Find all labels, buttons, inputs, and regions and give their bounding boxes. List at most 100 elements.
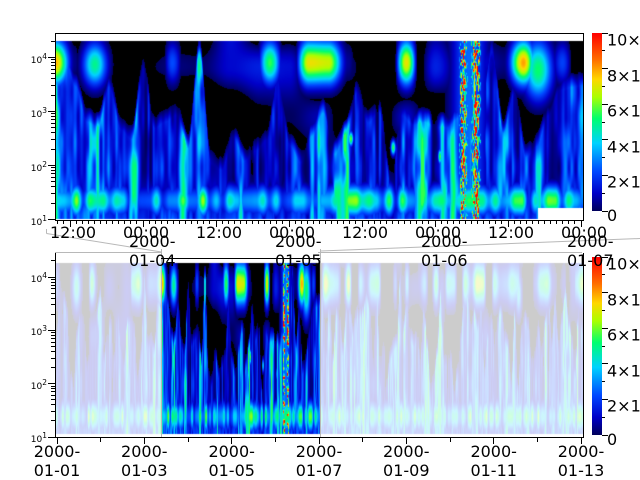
y-major-tick bbox=[48, 219, 55, 220]
colorbar-minor-tick bbox=[602, 50, 605, 51]
x-minor-tick bbox=[222, 221, 223, 224]
colorbar-minor-tick bbox=[602, 346, 605, 347]
x-minor-tick bbox=[234, 221, 235, 224]
y-minor-tick bbox=[51, 78, 55, 79]
y-major-tick bbox=[48, 277, 55, 278]
x-minor-tick bbox=[240, 221, 241, 224]
y-minor-tick bbox=[51, 388, 55, 389]
x-tick-label: 2000-01-05 bbox=[202, 442, 262, 480]
x-minor-tick bbox=[313, 221, 314, 224]
colorbar-minor-tick bbox=[602, 157, 605, 158]
y-tick-label: 102 bbox=[20, 160, 47, 174]
y-minor-tick bbox=[51, 391, 55, 392]
y-major-tick bbox=[48, 57, 55, 58]
y-minor-tick bbox=[51, 186, 55, 187]
x-tick-date-label: 2000-01-06 bbox=[421, 232, 491, 270]
colorbar-tick-label: 4×107 bbox=[607, 135, 640, 156]
y-minor-tick bbox=[51, 69, 55, 70]
x-minor-tick bbox=[112, 221, 113, 224]
colorbar-tick-label: 0 bbox=[607, 206, 640, 225]
x-minor-tick bbox=[149, 221, 150, 224]
y-minor-tick bbox=[51, 59, 55, 60]
colorbar-tick-label: 6×107 bbox=[607, 99, 640, 120]
x-minor-tick bbox=[173, 221, 174, 224]
x-minor-tick bbox=[130, 221, 131, 224]
x-minor-tick bbox=[191, 221, 192, 224]
x-tick-label: 2000-01-07 bbox=[289, 442, 349, 480]
x-minor-tick bbox=[319, 221, 320, 224]
x-minor-tick bbox=[331, 221, 332, 224]
y-minor-tick bbox=[51, 167, 55, 168]
y-minor-tick bbox=[51, 285, 55, 286]
x-minor-tick bbox=[520, 221, 521, 224]
y-tick-label: 103 bbox=[20, 106, 47, 120]
y-minor-tick bbox=[51, 282, 55, 283]
y-minor-tick bbox=[51, 95, 55, 96]
y-minor-tick bbox=[51, 113, 55, 114]
y-minor-tick bbox=[51, 351, 55, 352]
x-minor-tick bbox=[477, 221, 478, 224]
x-tick-label: 2000-01-03 bbox=[114, 442, 174, 480]
colorbar-tick-label: 10×107 bbox=[607, 28, 640, 49]
colorbar-tick-label: 10×107 bbox=[607, 252, 640, 273]
x-minor-tick bbox=[568, 221, 569, 224]
x-tick-date-label: 2000-01-05 bbox=[275, 232, 345, 270]
y-minor-tick bbox=[51, 342, 55, 343]
x-minor-tick bbox=[295, 221, 296, 224]
x-tick-label: 2000-01-11 bbox=[464, 442, 524, 480]
x-minor-tick bbox=[161, 221, 162, 224]
x-minor-tick bbox=[100, 221, 101, 224]
x-minor-tick bbox=[355, 221, 356, 224]
x-minor-tick bbox=[374, 221, 375, 224]
x-minor-tick bbox=[246, 221, 247, 224]
x-tick-label: 2000-01-09 bbox=[376, 442, 436, 480]
x-minor-tick bbox=[203, 221, 204, 224]
y-minor-tick bbox=[51, 132, 55, 133]
x-minor-tick bbox=[100, 438, 101, 442]
top-spectrogram-plot[interactable] bbox=[56, 34, 583, 220]
x-minor-tick bbox=[325, 221, 326, 224]
x-minor-tick bbox=[76, 221, 77, 224]
y-minor-tick bbox=[51, 203, 55, 204]
x-minor-tick bbox=[514, 221, 515, 224]
zoom-region-highlight[interactable] bbox=[161, 253, 320, 437]
x-minor-tick bbox=[179, 221, 180, 224]
y-tick-label: 104 bbox=[20, 271, 47, 285]
colorbar-minor-tick bbox=[602, 381, 605, 382]
x-minor-tick bbox=[410, 221, 411, 224]
x-minor-tick bbox=[264, 221, 265, 224]
x-minor-tick bbox=[537, 438, 538, 442]
y-minor-tick bbox=[51, 404, 55, 405]
y-minor-tick bbox=[51, 170, 55, 171]
x-minor-tick bbox=[453, 221, 454, 224]
x-minor-tick bbox=[63, 221, 64, 224]
y-minor-tick bbox=[51, 411, 55, 412]
x-minor-tick bbox=[532, 221, 533, 224]
y-minor-tick bbox=[51, 62, 55, 63]
x-minor-tick bbox=[447, 221, 448, 224]
x-minor-tick bbox=[349, 221, 350, 224]
y-minor-tick bbox=[51, 346, 55, 347]
x-minor-tick bbox=[368, 221, 369, 224]
x-minor-tick bbox=[562, 221, 563, 224]
colorbar-tick-label: 4×107 bbox=[607, 359, 640, 380]
y-minor-tick bbox=[51, 73, 55, 74]
x-minor-tick bbox=[489, 221, 490, 224]
x-minor-tick bbox=[209, 221, 210, 224]
x-minor-tick bbox=[94, 221, 95, 224]
colorbar-tick-label: 8×107 bbox=[607, 288, 640, 309]
x-minor-tick bbox=[57, 221, 58, 224]
x-tick-label: 12:00 bbox=[342, 223, 382, 242]
x-tick-label: 12:00 bbox=[488, 223, 528, 242]
x-tick-date-label: 2000-01-04 bbox=[129, 232, 199, 270]
y-minor-tick bbox=[51, 65, 55, 66]
y-minor-tick bbox=[51, 123, 55, 124]
x-minor-tick bbox=[441, 221, 442, 224]
y-minor-tick bbox=[51, 367, 55, 368]
x-minor-tick bbox=[276, 221, 277, 224]
x-minor-tick bbox=[155, 221, 156, 224]
y-minor-tick bbox=[51, 127, 55, 128]
y-minor-tick bbox=[51, 304, 55, 305]
x-minor-tick bbox=[252, 221, 253, 224]
x-minor-tick bbox=[82, 221, 83, 224]
